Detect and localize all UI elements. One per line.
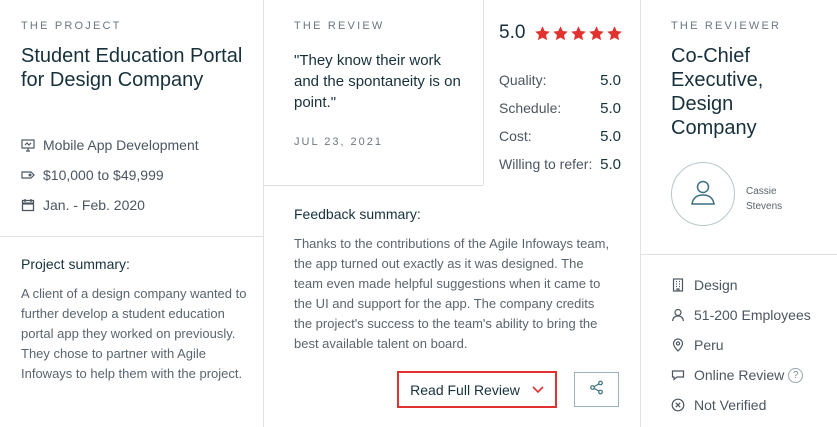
dates-row: Jan. - Feb. 2020 <box>21 197 145 213</box>
share-button[interactable] <box>574 372 619 407</box>
help-icon[interactable]: ? <box>788 367 804 383</box>
employees-text: 51-200 Employees <box>694 307 811 323</box>
reviewer-title: Co-Chief Executive, Design Company <box>671 45 764 139</box>
reviewer-industry: Design <box>671 277 738 293</box>
chevron-down-icon <box>532 385 544 394</box>
review-quote: "They know their work and the spontaneit… <box>294 52 461 111</box>
verification-text: Not Verified <box>694 397 767 413</box>
score-value: 5.0 <box>600 128 621 145</box>
price-tag-icon <box>21 168 35 182</box>
chat-bubble-icon <box>671 368 685 382</box>
not-verified-icon <box>671 398 685 412</box>
feedback-summary-text: Thanks to the contributions of the Agile… <box>294 236 610 351</box>
dates-text: Jan. - Feb. 2020 <box>43 197 145 213</box>
project-title: Student Education Portal for Design Comp… <box>21 45 243 91</box>
score-value: 5.0 <box>600 100 621 117</box>
avatar <box>671 162 735 226</box>
calendar-icon <box>21 198 35 212</box>
monitor-icon <box>21 138 35 152</box>
column-divider <box>263 0 264 427</box>
star-rating <box>534 25 624 42</box>
reviewer-name: Cassie Stevens <box>746 186 783 212</box>
reviewer-eyebrow: THE REVIEWER <box>671 20 782 32</box>
star-icon <box>607 25 623 40</box>
user-icon <box>688 177 718 212</box>
share-icon <box>589 380 604 400</box>
star-icon <box>553 25 569 40</box>
project-summary-text: A client of a design company wanted to f… <box>21 286 247 381</box>
star-icon <box>535 25 551 40</box>
score-quality: Quality: 5.0 <box>499 72 621 89</box>
review-date: JUL 23, 2021 <box>294 136 384 148</box>
project-summary-label: Project summary: <box>21 256 130 272</box>
location-pin-icon <box>671 338 685 352</box>
score-schedule: Schedule: 5.0 <box>499 100 621 117</box>
score-value: 5.0 <box>600 72 621 89</box>
column-divider <box>640 0 641 427</box>
review-type-text: Online Review <box>694 367 785 383</box>
reviewer-verification: Not Verified <box>671 397 766 413</box>
overall-rating: 5.0 <box>499 22 624 44</box>
review-eyebrow: THE REVIEW <box>294 20 385 32</box>
score-value: 5.0 <box>600 156 621 173</box>
score-cost: Cost: 5.0 <box>499 128 621 145</box>
score-label: Quality: <box>499 72 547 88</box>
person-icon <box>671 308 685 322</box>
star-icon <box>589 25 605 40</box>
score-label: Schedule: <box>499 100 562 116</box>
star-icon <box>571 25 587 40</box>
budget-row: $10,000 to $49,999 <box>21 167 164 183</box>
reviewer-employees: 51-200 Employees <box>671 307 811 323</box>
reviewer-location: Peru <box>671 337 724 353</box>
row-divider <box>263 185 483 186</box>
row-divider <box>640 254 837 255</box>
reviewer-review-type: Online Review ? <box>671 367 804 383</box>
building-icon <box>671 278 685 292</box>
row-divider <box>0 236 263 237</box>
read-full-review-label: Read Full Review <box>410 381 520 398</box>
location-text: Peru <box>694 337 724 353</box>
industry-text: Design <box>694 277 738 293</box>
read-full-review-button[interactable]: Read Full Review <box>397 371 557 408</box>
score-divider <box>483 0 484 185</box>
score-label: Willing to refer: <box>499 156 593 172</box>
service-row: Mobile App Development <box>21 137 199 153</box>
review-card: THE PROJECT Student Education Portal for… <box>0 0 837 427</box>
service-text: Mobile App Development <box>43 137 199 153</box>
score-willing-to-refer: Willing to refer: 5.0 <box>499 156 621 173</box>
overall-score: 5.0 <box>499 22 526 43</box>
budget-text: $10,000 to $49,999 <box>43 167 164 183</box>
score-label: Cost: <box>499 128 532 144</box>
project-eyebrow: THE PROJECT <box>21 20 122 32</box>
feedback-summary-label: Feedback summary: <box>294 206 421 222</box>
